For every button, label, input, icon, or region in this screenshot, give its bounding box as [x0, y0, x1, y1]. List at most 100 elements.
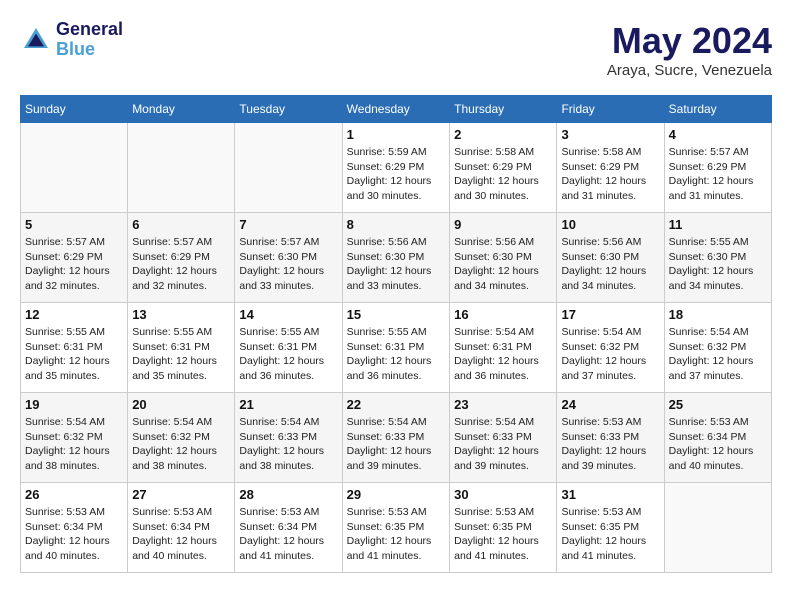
day-number: 19 — [25, 397, 123, 412]
calendar-week-row: 19 Sunrise: 5:54 AMSunset: 6:32 PMDayligh… — [21, 393, 772, 483]
calendar-cell: 3 Sunrise: 5:58 AMSunset: 6:29 PMDaylight… — [557, 123, 664, 213]
calendar-cell: 28 Sunrise: 5:53 AMSunset: 6:34 PMDayligh… — [235, 483, 342, 573]
day-info: Sunrise: 5:53 AMSunset: 6:35 PMDaylight:… — [347, 505, 446, 564]
day-info: Sunrise: 5:59 AMSunset: 6:29 PMDaylight:… — [347, 145, 446, 204]
day-info: Sunrise: 5:53 AMSunset: 6:35 PMDaylight:… — [454, 505, 552, 564]
calendar-cell: 11Sunrise: 5:55 AMSunset: 6:30 PMDayligh… — [664, 213, 771, 303]
day-info: Sunrise: 5:57 AMSunset: 6:29 PMDaylight:… — [132, 235, 230, 294]
day-number: 20 — [132, 397, 230, 412]
calendar-cell: 2 Sunrise: 5:58 AMSunset: 6:29 PMDaylight… — [450, 123, 557, 213]
calendar-cell: 17 Sunrise: 5:54 AMSunset: 6:32 PMDayligh… — [557, 303, 664, 393]
day-info: Sunrise: 5:58 AMSunset: 6:29 PMDaylight:… — [561, 145, 659, 204]
day-info: Sunrise: 5:54 AMSunset: 6:33 PMDaylight:… — [239, 415, 337, 474]
calendar-cell: 19 Sunrise: 5:54 AMSunset: 6:32 PMDayligh… — [21, 393, 128, 483]
day-number: 4 — [669, 127, 767, 142]
calendar-cell — [21, 123, 128, 213]
day-number: 9 — [454, 217, 552, 232]
day-number: 23 — [454, 397, 552, 412]
day-info: Sunrise: 5:57 AMSunset: 6:29 PMDaylight:… — [669, 145, 767, 204]
day-info: Sunrise: 5:56 AMSunset: 6:30 PMDaylight:… — [561, 235, 659, 294]
day-of-week-header: Wednesday — [342, 96, 450, 123]
day-info: Sunrise: 5:53 AMSunset: 6:34 PMDaylight:… — [239, 505, 337, 564]
calendar-cell: 14 Sunrise: 5:55 AMSunset: 6:31 PMDayligh… — [235, 303, 342, 393]
month-title: May 2024 — [607, 20, 772, 62]
day-info: Sunrise: 5:55 AMSunset: 6:31 PMDaylight:… — [132, 325, 230, 384]
day-info: Sunrise: 5:56 AMSunset: 6:30 PMDaylight:… — [454, 235, 552, 294]
day-info: Sunrise: 5:53 AMSunset: 6:33 PMDaylight:… — [561, 415, 659, 474]
calendar-week-row: 26 Sunrise: 5:53 AMSunset: 6:34 PMDayligh… — [21, 483, 772, 573]
day-number: 13 — [132, 307, 230, 322]
day-info: Sunrise: 5:55 AMSunset: 6:30 PMDaylight:… — [669, 235, 767, 294]
day-number: 30 — [454, 487, 552, 502]
calendar-cell — [128, 123, 235, 213]
calendar-cell: 12 Sunrise: 5:55 AMSunset: 6:31 PMDayligh… — [21, 303, 128, 393]
day-number: 10 — [561, 217, 659, 232]
day-info: Sunrise: 5:53 AMSunset: 6:34 PMDaylight:… — [132, 505, 230, 564]
day-info: Sunrise: 5:53 AMSunset: 6:34 PMDaylight:… — [669, 415, 767, 474]
day-number: 6 — [132, 217, 230, 232]
calendar-cell: 25Sunrise: 5:53 AMSunset: 6:34 PMDayligh… — [664, 393, 771, 483]
calendar-cell: 6 Sunrise: 5:57 AMSunset: 6:29 PMDaylight… — [128, 213, 235, 303]
day-number: 18 — [669, 307, 767, 322]
day-of-week-header: Tuesday — [235, 96, 342, 123]
calendar-cell: 23 Sunrise: 5:54 AMSunset: 6:33 PMDayligh… — [450, 393, 557, 483]
day-number: 2 — [454, 127, 552, 142]
calendar-table: SundayMondayTuesdayWednesdayThursdayFrid… — [20, 95, 772, 573]
day-number: 31 — [561, 487, 659, 502]
day-number: 15 — [347, 307, 446, 322]
page-header: General Blue May 2024 Araya, Sucre, Vene… — [20, 20, 772, 79]
calendar-cell: 9 Sunrise: 5:56 AMSunset: 6:30 PMDaylight… — [450, 213, 557, 303]
day-info: Sunrise: 5:55 AMSunset: 6:31 PMDaylight:… — [239, 325, 337, 384]
day-info: Sunrise: 5:54 AMSunset: 6:33 PMDaylight:… — [454, 415, 552, 474]
day-number: 14 — [239, 307, 337, 322]
calendar-week-row: 1 Sunrise: 5:59 AMSunset: 6:29 PMDaylight… — [21, 123, 772, 213]
calendar-cell: 13 Sunrise: 5:55 AMSunset: 6:31 PMDayligh… — [128, 303, 235, 393]
calendar-cell: 8Sunrise: 5:56 AMSunset: 6:30 PMDaylight… — [342, 213, 450, 303]
day-info: Sunrise: 5:54 AMSunset: 6:33 PMDaylight:… — [347, 415, 446, 474]
day-of-week-header: Saturday — [664, 96, 771, 123]
day-number: 27 — [132, 487, 230, 502]
day-info: Sunrise: 5:53 AMSunset: 6:35 PMDaylight:… — [561, 505, 659, 564]
logo-text: General Blue — [56, 20, 123, 60]
calendar-cell: 31 Sunrise: 5:53 AMSunset: 6:35 PMDayligh… — [557, 483, 664, 573]
day-of-week-header: Thursday — [450, 96, 557, 123]
day-number: 28 — [239, 487, 337, 502]
logo: General Blue — [20, 20, 123, 60]
calendar-cell: 1 Sunrise: 5:59 AMSunset: 6:29 PMDaylight… — [342, 123, 450, 213]
location: Araya, Sucre, Venezuela — [607, 62, 772, 79]
day-number: 16 — [454, 307, 552, 322]
day-number: 17 — [561, 307, 659, 322]
day-info: Sunrise: 5:55 AMSunset: 6:31 PMDaylight:… — [25, 325, 123, 384]
day-info: Sunrise: 5:54 AMSunset: 6:32 PMDaylight:… — [25, 415, 123, 474]
day-info: Sunrise: 5:54 AMSunset: 6:32 PMDaylight:… — [561, 325, 659, 384]
day-number: 7 — [239, 217, 337, 232]
day-number: 1 — [347, 127, 446, 142]
day-info: Sunrise: 5:54 AMSunset: 6:31 PMDaylight:… — [454, 325, 552, 384]
day-info: Sunrise: 5:54 AMSunset: 6:32 PMDaylight:… — [132, 415, 230, 474]
title-block: May 2024 Araya, Sucre, Venezuela — [607, 20, 772, 79]
logo-icon — [20, 24, 52, 56]
day-info: Sunrise: 5:55 AMSunset: 6:31 PMDaylight:… — [347, 325, 446, 384]
day-of-week-header: Sunday — [21, 96, 128, 123]
day-info: Sunrise: 5:58 AMSunset: 6:29 PMDaylight:… — [454, 145, 552, 204]
day-info: Sunrise: 5:54 AMSunset: 6:32 PMDaylight:… — [669, 325, 767, 384]
day-info: Sunrise: 5:56 AMSunset: 6:30 PMDaylight:… — [347, 235, 446, 294]
calendar-cell: 7Sunrise: 5:57 AMSunset: 6:30 PMDaylight… — [235, 213, 342, 303]
day-number: 22 — [347, 397, 446, 412]
calendar-cell: 22 Sunrise: 5:54 AMSunset: 6:33 PMDayligh… — [342, 393, 450, 483]
calendar-cell: 24Sunrise: 5:53 AMSunset: 6:33 PMDayligh… — [557, 393, 664, 483]
day-info: Sunrise: 5:53 AMSunset: 6:34 PMDaylight:… — [25, 505, 123, 564]
calendar-cell — [235, 123, 342, 213]
calendar-cell: 4 Sunrise: 5:57 AMSunset: 6:29 PMDaylight… — [664, 123, 771, 213]
day-number: 12 — [25, 307, 123, 322]
day-number: 29 — [347, 487, 446, 502]
calendar-cell: 18 Sunrise: 5:54 AMSunset: 6:32 PMDayligh… — [664, 303, 771, 393]
day-of-week-header: Monday — [128, 96, 235, 123]
calendar-cell: 29 Sunrise: 5:53 AMSunset: 6:35 PMDayligh… — [342, 483, 450, 573]
day-number: 26 — [25, 487, 123, 502]
day-info: Sunrise: 5:57 AMSunset: 6:29 PMDaylight:… — [25, 235, 123, 294]
day-number: 21 — [239, 397, 337, 412]
day-number: 3 — [561, 127, 659, 142]
calendar-header-row: SundayMondayTuesdayWednesdayThursdayFrid… — [21, 96, 772, 123]
calendar-cell: 10 Sunrise: 5:56 AMSunset: 6:30 PMDayligh… — [557, 213, 664, 303]
